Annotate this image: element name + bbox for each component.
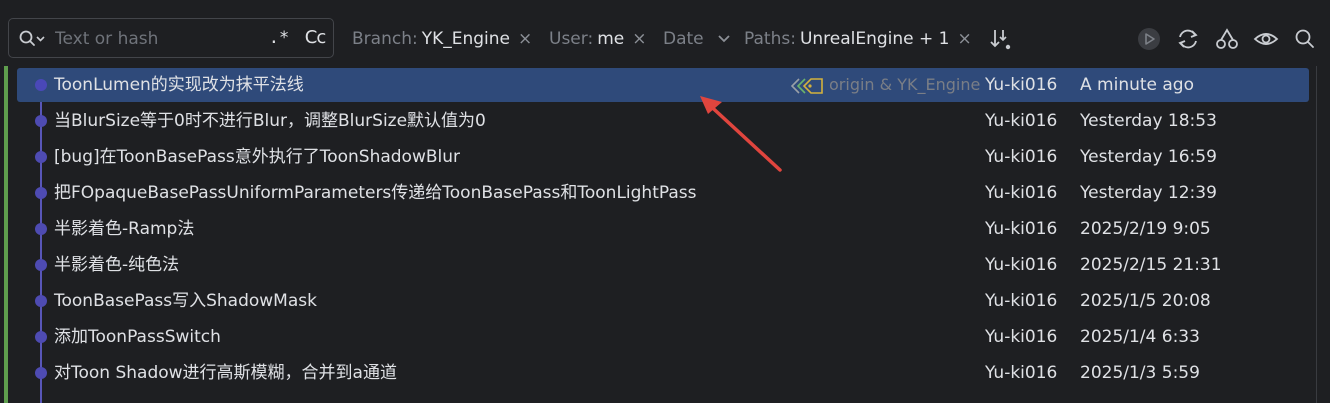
commit-date: 2025/1/3 5:59 [1080, 363, 1200, 383]
commit-date: 2025/2/15 21:31 [1080, 255, 1222, 275]
date-filter[interactable]: Date [663, 26, 731, 52]
scrollbar-track[interactable] [1316, 66, 1317, 403]
commit-row[interactable]: 添加ToonPassSwitch Yu-ki016 2025/1/4 6:33 [17, 320, 1309, 354]
commit-message: 半影着色-Ramp法 [54, 219, 195, 239]
run-icon[interactable] [1136, 26, 1162, 52]
user-filter-clear-icon[interactable]: × [632, 29, 646, 49]
sort-icon[interactable] [988, 26, 1014, 52]
branch-bar [4, 66, 8, 403]
commit-message: 添加ToonPassSwitch [54, 327, 221, 347]
commit-date: 2025/2/19 9:05 [1080, 219, 1211, 239]
match-case-toggle-button[interactable]: Cc [301, 26, 329, 50]
branch-filter[interactable]: Branch: YK_Engine × [352, 26, 532, 52]
chevron-down-icon [718, 35, 730, 43]
commit-row-partial[interactable] [17, 392, 1309, 403]
commit-node [35, 115, 47, 127]
commit-author: Yu-ki016 [985, 327, 1058, 347]
user-filter-value: me [597, 29, 625, 49]
commit-node [35, 187, 47, 199]
commit-row[interactable]: ToonBasePass写入ShadowMask Yu-ki016 2025/1… [17, 284, 1309, 318]
git-log-panel: .* Cc Branch:YK_Engine × User:me × Date Pa… [0, 0, 1330, 403]
commit-author: Yu-ki016 [985, 111, 1058, 131]
commit-node [35, 259, 47, 271]
commit-date: Yesterday 18:53 [1080, 111, 1217, 131]
commit-row[interactable]: 把FOpaqueBasePassUniformParameters传递给Toon… [17, 176, 1309, 210]
commit-row[interactable]: 半影着色-纯色法 Yu-ki016 2025/2/15 21:31 [17, 248, 1309, 282]
commit-author: Yu-ki016 [985, 183, 1058, 203]
user-filter-label: User: [549, 29, 594, 49]
commit-node [35, 367, 47, 379]
commit-node [35, 79, 47, 91]
tag-icon [791, 77, 823, 94]
commit-date: A minute ago [1080, 75, 1195, 95]
annotation-arrow-icon [700, 96, 782, 172]
commit-author: Yu-ki016 [985, 255, 1058, 275]
commit-date: Yesterday 16:59 [1080, 147, 1217, 167]
commit-row[interactable]: 当BlurSize等于0时不进行Blur，调整BlurSize默认值为0 Yu-… [17, 104, 1309, 138]
commit-row[interactable]: ToonLumen的实现改为抹平法线 origin & YK_Engine Yu… [17, 68, 1309, 102]
commit-date: Yesterday 12:39 [1080, 183, 1217, 203]
commit-message: ToonBasePass写入ShadowMask [54, 291, 317, 311]
commit-date: 2025/1/4 6:33 [1080, 327, 1200, 347]
commit-author: Yu-ki016 [985, 75, 1058, 95]
commit-node [35, 223, 47, 235]
commit-node [35, 331, 47, 343]
cherry-pick-icon[interactable] [1214, 26, 1240, 52]
commit-author: Yu-ki016 [985, 147, 1058, 167]
search-history-icon[interactable] [18, 29, 46, 49]
commit-author: Yu-ki016 [985, 291, 1058, 311]
date-filter-label: Date [663, 29, 704, 49]
branch-filter-value: YK_Engine [421, 29, 510, 49]
branch-filter-label: Branch: [352, 29, 418, 49]
commit-author: Yu-ki016 [985, 363, 1058, 383]
commit-refs: origin & YK_Engine [791, 68, 980, 102]
commit-message: 当BlurSize等于0时不进行Blur，调整BlurSize默认值为0 [54, 111, 486, 131]
commit-message: [bug]在ToonBasePass意外执行了ToonShadowBlur [54, 147, 461, 167]
eye-icon[interactable] [1253, 26, 1279, 52]
commit-row[interactable]: [bug]在ToonBasePass意外执行了ToonShadowBlur Yu… [17, 140, 1309, 174]
commit-message: 半影着色-纯色法 [54, 255, 180, 275]
refresh-icon[interactable] [1175, 26, 1201, 52]
search-input[interactable] [55, 27, 255, 51]
commit-message: ToonLumen的实现改为抹平法线 [54, 75, 304, 95]
paths-filter-value: UnrealEngine + 1 [799, 29, 950, 49]
commit-message: 把FOpaqueBasePassUniformParameters传递给Toon… [54, 183, 697, 203]
log-toolbar: .* Cc Branch:YK_Engine × User:me × Date Pa… [0, 0, 1330, 62]
commit-node [35, 151, 47, 163]
search-box[interactable]: .* Cc [8, 18, 334, 58]
commit-row[interactable]: 半影着色-Ramp法 Yu-ki016 2025/2/19 9:05 [17, 212, 1309, 246]
paths-filter-label: Paths: [744, 29, 796, 49]
branch-filter-clear-icon[interactable]: × [518, 29, 532, 49]
paths-filter-clear-icon[interactable]: × [958, 29, 972, 49]
commit-row[interactable]: 对Toon Shadow进行高斯模糊，合并到a通道 Yu-ki016 2025/… [17, 356, 1309, 390]
paths-filter[interactable]: Paths: UnrealEngine + 1 × [744, 26, 972, 52]
commit-date: 2025/1/5 20:08 [1080, 291, 1211, 311]
commit-node [35, 295, 47, 307]
user-filter[interactable]: User: me × [549, 26, 646, 52]
commit-message: 对Toon Shadow进行高斯模糊，合并到a通道 [54, 363, 397, 383]
commit-author: Yu-ki016 [985, 219, 1058, 239]
search-icon[interactable] [1292, 26, 1318, 52]
regex-toggle-button[interactable]: .* [267, 26, 291, 50]
commit-refs-label: origin & YK_Engine [829, 75, 981, 94]
